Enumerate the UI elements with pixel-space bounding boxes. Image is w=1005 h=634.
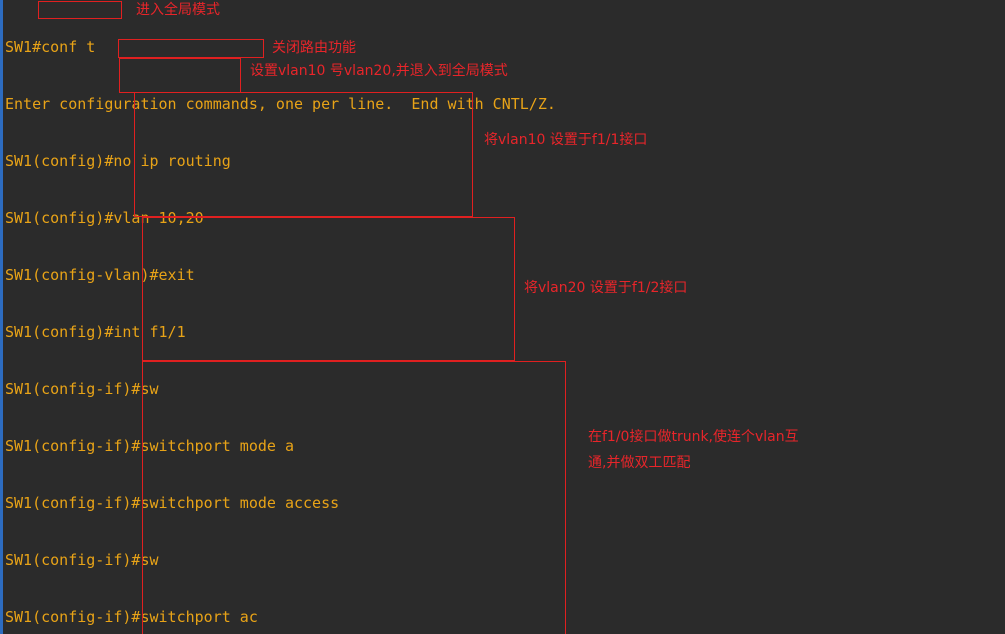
terminal-line: SW1(config-if)#switchport mode access [5,494,340,512]
left-edge-strip [0,0,3,634]
terminal-line: SW1(config-if)#switchport ac [5,608,258,626]
annotation-disable-ip-routing: 关闭路由功能 [272,40,356,56]
terminal-line: SW1(config)#int f1/1 [5,323,186,341]
terminal-line: SW1(config-if)#sw [5,380,159,398]
terminal-output: SW1#conf t Enter configuration commands,… [5,0,1005,634]
annotation-trunk-f1-0-line2: 通,并做双工匹配 [588,455,691,471]
annotation-enter-global-mode: 进入全局模式 [136,2,220,18]
annotation-assign-vlan20-f1-2: 将vlan20 设置于f1/2接口 [524,280,688,296]
terminal-line: SW1#conf t [5,38,96,56]
terminal-line: Enter configuration commands, one per li… [5,95,556,113]
annotation-trunk-f1-0-line1: 在f1/0接口做trunk,使连个vlan互 [588,429,799,445]
terminal-screen: SW1#conf t Enter configuration commands,… [0,0,1005,634]
terminal-line: SW1(config)#vlan 10,20 [5,209,204,227]
terminal-line: SW1(config-vlan)#exit [5,266,195,284]
annotation-assign-vlan10-f1-1: 将vlan10 设置于f1/1接口 [484,132,648,148]
annotation-create-vlans: 设置vlan10 号vlan20,并退入到全局模式 [250,63,508,79]
terminal-line: SW1(config-if)#sw [5,551,159,569]
terminal-line: SW1(config-if)#switchport mode a [5,437,294,455]
terminal-line: SW1(config)#no ip routing [5,152,231,170]
